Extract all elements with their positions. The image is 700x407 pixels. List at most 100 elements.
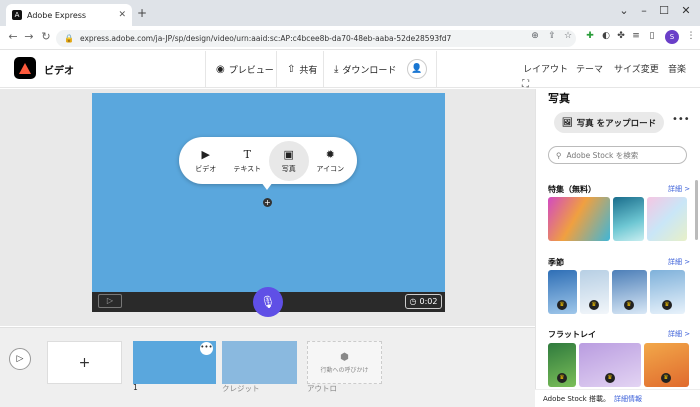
bookmark-star-icon[interactable]: ☆ bbox=[561, 31, 575, 41]
photo-thumbnail[interactable]: ♛ bbox=[548, 270, 577, 314]
divider bbox=[436, 51, 437, 88]
preview-label: プレビュー bbox=[228, 66, 274, 76]
thumbnail-row: ♛ ♛ ♛ ♛ bbox=[548, 270, 685, 314]
tab-resize[interactable]: サイズ変更 bbox=[614, 62, 659, 75]
thumbnail-row bbox=[548, 197, 687, 241]
upload-label: 写真 をアップロード bbox=[576, 118, 657, 129]
preview-button[interactable]: ◉ プレビュー bbox=[205, 51, 284, 88]
add-element-icon[interactable]: + bbox=[263, 198, 272, 207]
add-text-button[interactable]: T テキスト bbox=[227, 141, 267, 181]
clock-icon: ◷ bbox=[409, 297, 417, 306]
tab-title: Adobe Express bbox=[27, 10, 87, 20]
share-page-icon[interactable]: ⇪ bbox=[545, 31, 559, 41]
call-to-action-icon: ⬢ bbox=[340, 351, 349, 363]
more-icon[interactable]: ••• bbox=[672, 114, 690, 125]
tab-layout[interactable]: レイアウト bbox=[523, 62, 568, 75]
panel-scrollbar[interactable] bbox=[695, 180, 698, 240]
extension-icon[interactable]: ◐ bbox=[599, 31, 613, 41]
clip-label: 1 bbox=[133, 383, 138, 392]
eye-icon: ◉ bbox=[216, 64, 225, 75]
photo-thumbnail[interactable]: ♛ bbox=[644, 343, 689, 387]
play-icon[interactable]: ▷ bbox=[98, 294, 122, 308]
photo-thumbnail[interactable]: ♛ bbox=[548, 343, 576, 387]
upload-photo-button[interactable]: 🖼 写真 をアップロード bbox=[554, 112, 664, 133]
install-app-icon[interactable]: ⊕ bbox=[528, 31, 542, 41]
close-window-icon[interactable]: ✕ bbox=[674, 4, 698, 17]
address-bar[interactable]: 🔒 express.adobe.com/ja-JP/sp/design/vide… bbox=[56, 30, 576, 47]
section-more-link[interactable]: 詳細 > bbox=[668, 329, 690, 339]
add-scene-button[interactable]: + bbox=[47, 341, 122, 384]
scene-clip[interactable]: ⬢ 行動への呼びかけ bbox=[307, 341, 382, 384]
duration-text: 0:02 bbox=[419, 297, 438, 306]
adobe-favicon-icon: A bbox=[12, 10, 22, 20]
new-tab-icon[interactable]: + bbox=[137, 6, 147, 20]
thumbnail-row: ♛ ♛ ♛ bbox=[548, 343, 689, 387]
menu-kebab-icon[interactable]: ⋮ bbox=[684, 31, 698, 41]
reload-icon[interactable]: ↻ bbox=[39, 30, 53, 43]
tab-music[interactable]: 音楽 bbox=[668, 62, 686, 75]
section-title: フラットレイ bbox=[548, 330, 596, 339]
download-button[interactable]: ⤓ ダウンロード bbox=[323, 51, 406, 88]
browser-tab[interactable]: A Adobe Express ✕ bbox=[6, 4, 132, 26]
share-label: 共有 bbox=[299, 66, 318, 76]
add-photo-button[interactable]: ▣ 写真 bbox=[268, 140, 309, 181]
stock-search-input[interactable]: ⚲ Adobe Stock を検索 bbox=[548, 146, 687, 164]
section-more-link[interactable]: 詳細 > bbox=[668, 184, 690, 194]
media-icon[interactable]: ≡ bbox=[629, 31, 643, 41]
photo-thumbnail[interactable]: ♛ bbox=[612, 270, 647, 314]
add-video-label: ビデオ bbox=[195, 164, 217, 173]
photo-thumbnail[interactable]: ♛ bbox=[580, 270, 609, 314]
section-title: 特集（無料） bbox=[548, 185, 596, 194]
photo-thumbnail[interactable]: ♛ bbox=[650, 270, 685, 314]
tab-theme[interactable]: テーマ bbox=[576, 62, 603, 75]
clip-label[interactable]: クレジット bbox=[222, 383, 260, 394]
panel-footer: Adobe Stock 搭載。 詳細情報 bbox=[535, 389, 700, 407]
add-content-popup: ▶ ビデオ T テキスト ▣ 写真 ✹ アイコン bbox=[179, 137, 357, 184]
section-more-link[interactable]: 詳細 > bbox=[668, 257, 690, 267]
puzzle-icon[interactable]: ✤ bbox=[614, 31, 628, 41]
microphone-button[interactable]: 🎙 bbox=[253, 287, 283, 317]
photo-thumbnail[interactable] bbox=[613, 197, 644, 241]
search-icon: ⚲ bbox=[556, 150, 562, 160]
profile-avatar[interactable]: S bbox=[665, 30, 679, 44]
close-tab-icon[interactable]: ✕ bbox=[118, 10, 126, 20]
duration-badge[interactable]: ◷ 0:02 bbox=[405, 294, 442, 309]
clip-label[interactable]: アウトロ bbox=[307, 383, 337, 394]
add-icon-button[interactable]: ✹ アイコン bbox=[310, 141, 350, 181]
learn-more-link[interactable]: 詳細情報 bbox=[614, 394, 642, 404]
video-icon: ▶ bbox=[201, 147, 210, 161]
back-icon[interactable]: ← bbox=[6, 30, 20, 43]
invite-user-icon[interactable]: 👤 bbox=[407, 59, 427, 79]
video-canvas[interactable] bbox=[92, 93, 445, 292]
premium-crown-icon: ♛ bbox=[662, 300, 672, 310]
photo-thumbnail[interactable] bbox=[548, 197, 610, 241]
share-button[interactable]: ⇧ 共有 bbox=[276, 51, 327, 88]
clip-placeholder-text: 行動への呼びかけ bbox=[320, 366, 369, 374]
section-title: 季節 bbox=[548, 258, 564, 267]
maximize-icon[interactable]: ☐ bbox=[652, 4, 676, 17]
photo-thumbnail[interactable] bbox=[647, 197, 687, 241]
sidepanel-icon[interactable]: ▯ bbox=[645, 31, 659, 41]
fit-to-screen-icon[interactable]: ⛶ bbox=[522, 79, 529, 90]
scene-clip[interactable] bbox=[222, 341, 297, 384]
url-text: express.adobe.com/ja-JP/sp/design/video/… bbox=[79, 34, 452, 43]
project-title[interactable]: ビデオ bbox=[44, 62, 74, 77]
premium-crown-icon: ♛ bbox=[661, 373, 671, 383]
adobe-express-logo[interactable] bbox=[14, 57, 36, 79]
add-text-label: テキスト bbox=[233, 164, 262, 173]
forward-icon[interactable]: → bbox=[22, 30, 36, 43]
premium-crown-icon: ♛ bbox=[557, 373, 567, 383]
extension-green-icon[interactable]: ✚ bbox=[583, 31, 597, 41]
add-video-button[interactable]: ▶ ビデオ bbox=[186, 141, 226, 181]
more-options-icon[interactable]: ••• bbox=[200, 342, 213, 355]
footer-text: Adobe Stock 搭載。 bbox=[543, 394, 610, 403]
premium-crown-icon: ♛ bbox=[589, 300, 599, 310]
download-icon: ⤓ bbox=[334, 64, 339, 75]
add-photo-label: 写真 bbox=[281, 164, 296, 173]
premium-crown-icon: ♛ bbox=[605, 373, 615, 383]
download-label: ダウンロード bbox=[342, 66, 397, 76]
timeline-play-button[interactable]: ▷ bbox=[9, 348, 31, 370]
photo-thumbnail[interactable]: ♛ bbox=[579, 343, 641, 387]
lock-icon: 🔒 bbox=[64, 34, 74, 43]
premium-crown-icon: ♛ bbox=[557, 300, 567, 310]
